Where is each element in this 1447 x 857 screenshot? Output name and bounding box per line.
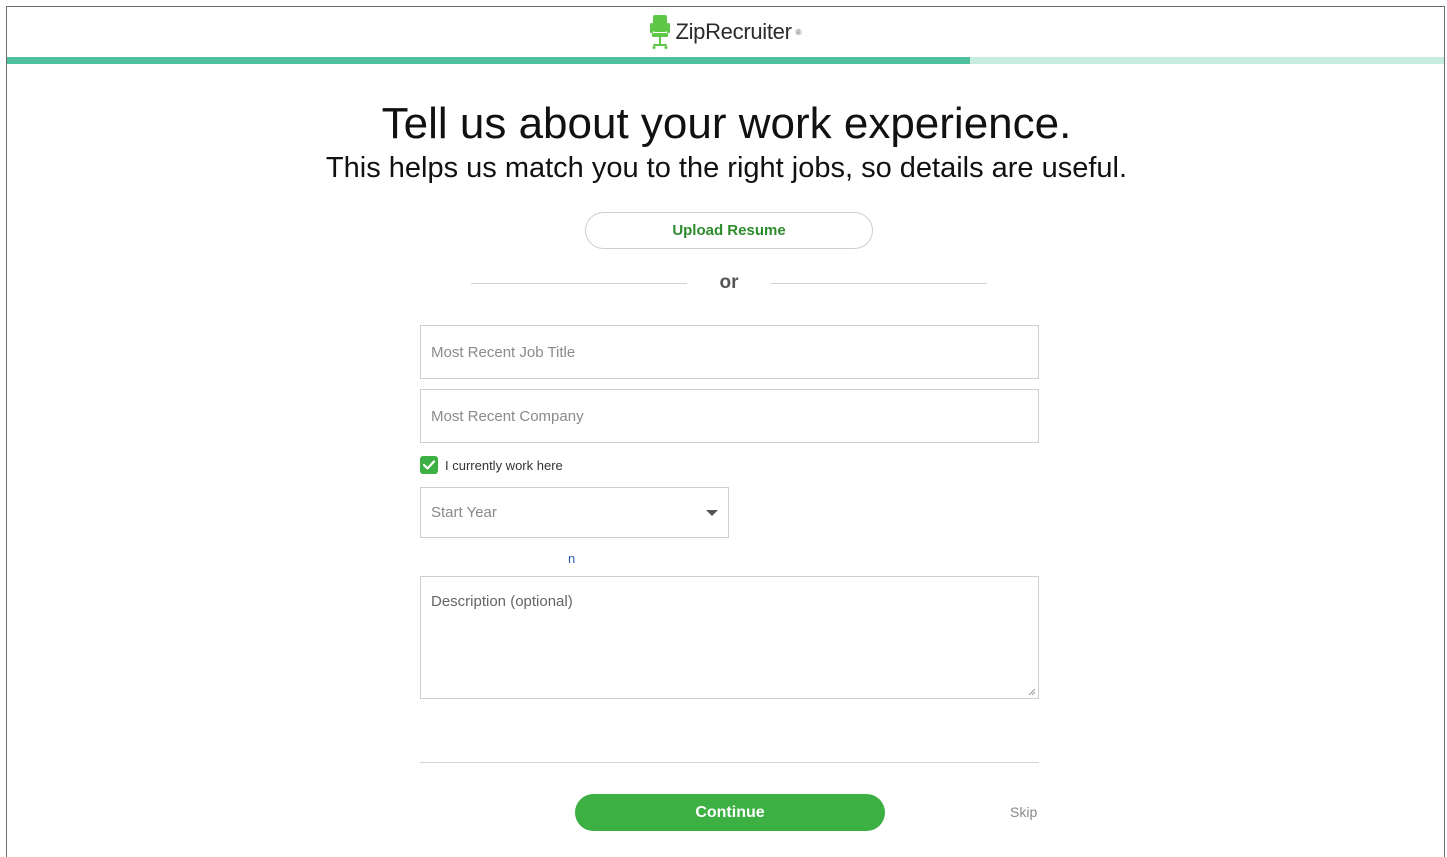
registered-mark: ® [795,27,802,37]
current-job-checkbox[interactable] [420,456,438,474]
skip-link[interactable]: Skip [1010,804,1037,820]
page-title: Tell us about your work experience. [381,99,1072,148]
page-subtitle: This helps us match you to the right job… [325,152,1128,184]
current-job-label: I currently work here [445,457,563,473]
stray-link-text[interactable]: n [568,551,575,566]
company-input[interactable] [420,389,1039,443]
footer-divider [420,762,1039,763]
brand-logo[interactable]: ZipRecruiter ® [649,15,802,49]
job-title-input[interactable] [420,325,1039,379]
chair-icon [650,15,671,49]
resize-handle-icon[interactable] [1028,688,1036,696]
separator-line-left [471,282,687,284]
upload-resume-button[interactable]: Upload Resume [585,212,873,249]
or-label: or [719,272,739,293]
or-separator: or [471,270,987,296]
checkmark-icon [423,460,435,470]
current-job-row[interactable]: I currently work here [420,455,563,475]
chevron-down-icon [706,509,718,516]
progress-bar [7,57,1444,64]
continue-button[interactable]: Continue [575,794,885,831]
start-year-placeholder: Start Year [431,504,497,521]
separator-line-right [771,282,987,284]
header: ZipRecruiter ® [7,7,1444,57]
description-textarea[interactable] [420,576,1039,699]
progress-fill [7,57,970,64]
app-frame: ZipRecruiter ® Tell us about your work e… [6,6,1445,857]
brand-name: ZipRecruiter [675,19,792,44]
start-year-select[interactable]: Start Year [420,487,729,538]
